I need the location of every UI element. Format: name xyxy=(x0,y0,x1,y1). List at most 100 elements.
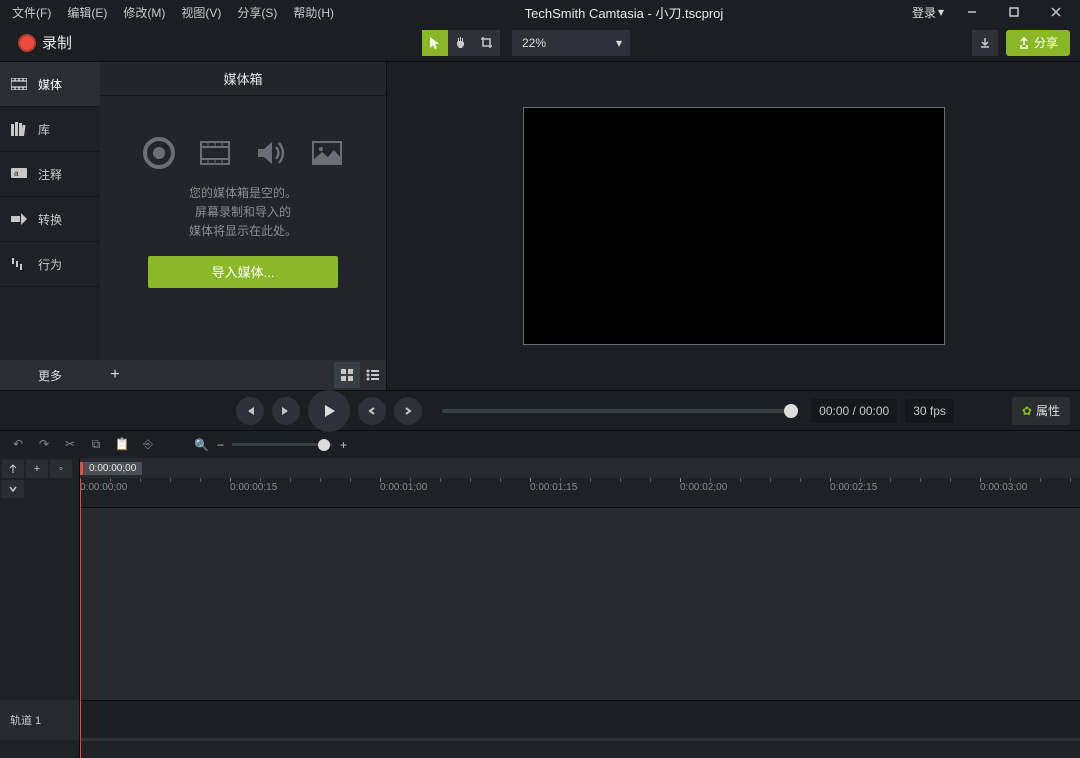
import-media-button[interactable]: 导入媒体... xyxy=(148,256,338,288)
select-tool[interactable] xyxy=(422,30,448,56)
timeline-tracks-area: 0:00:00;00 0:00:00;00 0:00:00;15 0:00:01… xyxy=(80,458,1080,758)
play-button[interactable] xyxy=(308,390,350,432)
copy-button[interactable]: ⧉ xyxy=(88,437,104,452)
login-label: 登录 xyxy=(912,4,936,21)
window-title: TechSmith Camtasia - 小刀.tscproj xyxy=(342,3,906,22)
share-button[interactable]: 分享 xyxy=(1006,30,1070,56)
sidebar-more[interactable]: 更多 xyxy=(0,360,100,390)
sidebar-item-label: 库 xyxy=(38,121,50,138)
behaviors-icon xyxy=(10,257,28,271)
sidebar-item-annotations[interactable]: a 注释 xyxy=(0,152,100,197)
mediabin-footer: + xyxy=(100,360,386,390)
menu-items: 文件(F) 编辑(E) 修改(M) 视图(V) 分享(S) 帮助(H) xyxy=(4,0,342,25)
timeline-toolbar: ↶ ↷ ✂ ⧉ 📋 ⎆ 🔍 − + xyxy=(0,430,1080,458)
maximize-button[interactable] xyxy=(994,0,1034,24)
zoom-slider[interactable] xyxy=(232,443,332,446)
preview-canvas[interactable] xyxy=(523,107,945,345)
menu-share[interactable]: 分享(S) xyxy=(229,0,285,25)
prev-frame-button[interactable] xyxy=(236,397,264,425)
minimize-button[interactable] xyxy=(952,0,992,24)
sidebar-item-behaviors[interactable]: 行为 xyxy=(0,242,100,287)
zoom-out-button[interactable]: − xyxy=(217,438,224,452)
main-area: 媒体 库 a 注释 转换 行为 更多 媒体箱 xyxy=(0,62,1080,390)
step-back-button[interactable] xyxy=(358,397,386,425)
record-circle-icon xyxy=(142,136,176,170)
paste-button[interactable]: 📋 xyxy=(114,437,130,452)
properties-button[interactable]: ✿ 属性 xyxy=(1012,397,1070,425)
playback-scrubber[interactable] xyxy=(442,409,791,413)
zoom-thumb[interactable] xyxy=(318,439,330,451)
list-view-button[interactable] xyxy=(360,362,386,388)
sidebar-item-transitions[interactable]: 转换 xyxy=(0,197,100,242)
track-marker-button[interactable]: ◦ xyxy=(50,460,72,478)
record-button[interactable]: 录制 xyxy=(10,28,80,57)
ruler-tick: 0:00:01;15 xyxy=(530,482,577,493)
playback-bar: 00:00 / 00:00 30 fps ✿ 属性 xyxy=(0,390,1080,430)
ruler-tick: 0:00:00;15 xyxy=(230,482,277,493)
zoom-in-button[interactable]: + xyxy=(340,438,347,452)
ruler-tick: 0:00:03;00 xyxy=(980,482,1027,493)
timeline-left-panel: + ◦ 轨道 1 xyxy=(0,458,80,758)
track-expand-button[interactable] xyxy=(2,480,24,498)
menu-view[interactable]: 视图(V) xyxy=(173,0,229,25)
view-toggle xyxy=(334,362,386,388)
add-button[interactable]: + xyxy=(100,360,130,390)
mediabin-empty-text: 您的媒体箱是空的。 屏幕录制和导入的 媒体将显示在此处。 xyxy=(189,184,297,242)
window-controls: 登录 ▾ xyxy=(906,0,1076,25)
playhead[interactable] xyxy=(80,478,81,758)
sidebar-item-label: 行为 xyxy=(38,256,62,273)
transitions-icon xyxy=(10,213,28,225)
grid-view-button[interactable] xyxy=(334,362,360,388)
timeline-cursor[interactable]: 0:00:00;00 xyxy=(80,458,142,478)
timeline-tracks[interactable] xyxy=(80,508,1080,700)
mediabin: 媒体箱 您的媒体箱是空的。 屏幕录制和导入的 媒体将显示在此处。 导入媒体...… xyxy=(100,62,387,390)
mediabin-title: 媒体箱 xyxy=(100,62,386,96)
canvas-area xyxy=(387,62,1080,390)
login-button[interactable]: 登录 ▾ xyxy=(906,0,950,25)
image-icon xyxy=(310,136,344,170)
track-snap-button[interactable] xyxy=(2,460,24,478)
annotations-icon: a xyxy=(10,168,28,180)
sidebar-item-media[interactable]: 媒体 xyxy=(0,62,100,107)
gear-icon: ✿ xyxy=(1022,404,1032,418)
filmstrip-icon xyxy=(198,136,232,170)
track-row-1[interactable] xyxy=(80,700,1080,740)
track-highlight xyxy=(80,738,1080,741)
menu-modify[interactable]: 修改(M) xyxy=(115,0,173,25)
sidebar-item-library[interactable]: 库 xyxy=(0,107,100,152)
track-label[interactable]: 轨道 1 xyxy=(0,700,79,740)
properties-label: 属性 xyxy=(1036,402,1060,419)
sidebar-item-label: 转换 xyxy=(38,211,62,228)
pan-tool[interactable] xyxy=(448,30,474,56)
download-button[interactable] xyxy=(972,30,998,56)
scrubber-thumb[interactable] xyxy=(784,404,798,418)
ruler-tick: 0:00:02;15 xyxy=(830,482,877,493)
close-button[interactable] xyxy=(1036,0,1076,24)
mediabin-icons xyxy=(142,136,344,170)
undo-button[interactable]: ↶ xyxy=(10,437,26,452)
split-button[interactable]: ⎆ xyxy=(140,437,156,452)
speaker-icon xyxy=(254,136,288,170)
zoom-select[interactable]: 22% ▾ xyxy=(512,30,630,56)
record-label: 录制 xyxy=(42,32,72,53)
track-add-button[interactable]: + xyxy=(26,460,48,478)
upload-icon xyxy=(1018,37,1030,49)
track-controls: + ◦ xyxy=(0,458,79,508)
menu-file[interactable]: 文件(F) xyxy=(4,0,59,25)
sidebar: 媒体 库 a 注释 转换 行为 更多 xyxy=(0,62,100,390)
media-icon xyxy=(10,78,28,90)
sidebar-item-label: 注释 xyxy=(38,166,62,183)
ruler-tick: 0:00:00;00 xyxy=(80,482,127,493)
library-icon xyxy=(10,122,28,136)
menu-help[interactable]: 帮助(H) xyxy=(285,0,342,25)
step-forward-button[interactable] xyxy=(394,397,422,425)
next-frame-button[interactable] xyxy=(272,397,300,425)
menu-edit[interactable]: 编辑(E) xyxy=(59,0,115,25)
time-display: 00:00 / 00:00 xyxy=(811,399,897,423)
crop-tool[interactable] xyxy=(474,30,500,56)
redo-button[interactable]: ↷ xyxy=(36,437,52,452)
sidebar-item-label: 媒体 xyxy=(38,76,62,93)
timeline-cursor-bar[interactable]: 0:00:00;00 xyxy=(80,458,1080,478)
timeline-ruler[interactable]: 0:00:00;00 0:00:00;15 0:00:01;00 0:00:01… xyxy=(80,478,1080,508)
cut-button[interactable]: ✂ xyxy=(62,437,78,452)
